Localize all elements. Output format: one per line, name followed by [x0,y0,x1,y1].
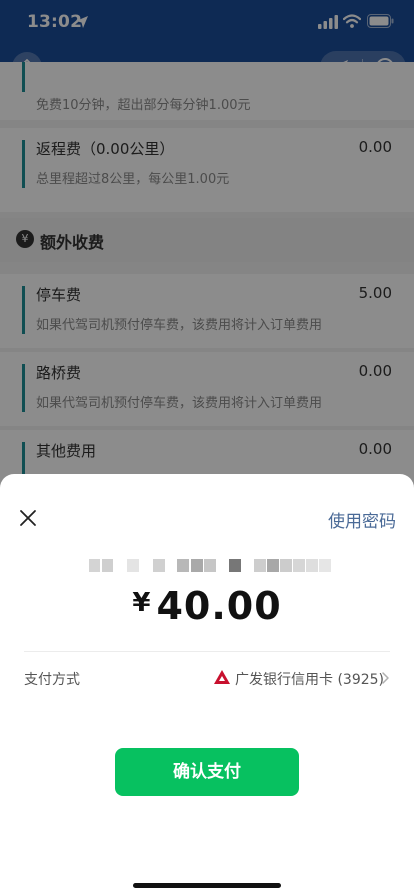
amount-value: 40.00 [156,584,282,628]
divider [24,651,390,652]
payment-method-label: 支付方式 [24,672,80,688]
confirm-payment-button[interactable]: 确认支付 [115,748,299,796]
payment-method-selector[interactable]: 广发银行信用卡 (3925) [235,669,384,689]
chevron-right-icon[interactable] [381,671,390,685]
home-indicator [133,883,281,888]
bank-logo-icon [214,670,230,684]
close-icon[interactable] [18,508,38,528]
use-password-link[interactable]: 使用密码 [328,507,396,532]
merchant-name-blurred [89,559,331,572]
payment-amount: ¥40.00 [0,584,414,628]
payment-sheet: 使用密码 ¥40.00 支付方式 广发银行信用卡 (3925) 确认支付 [0,474,414,896]
currency-symbol: ¥ [132,588,151,618]
